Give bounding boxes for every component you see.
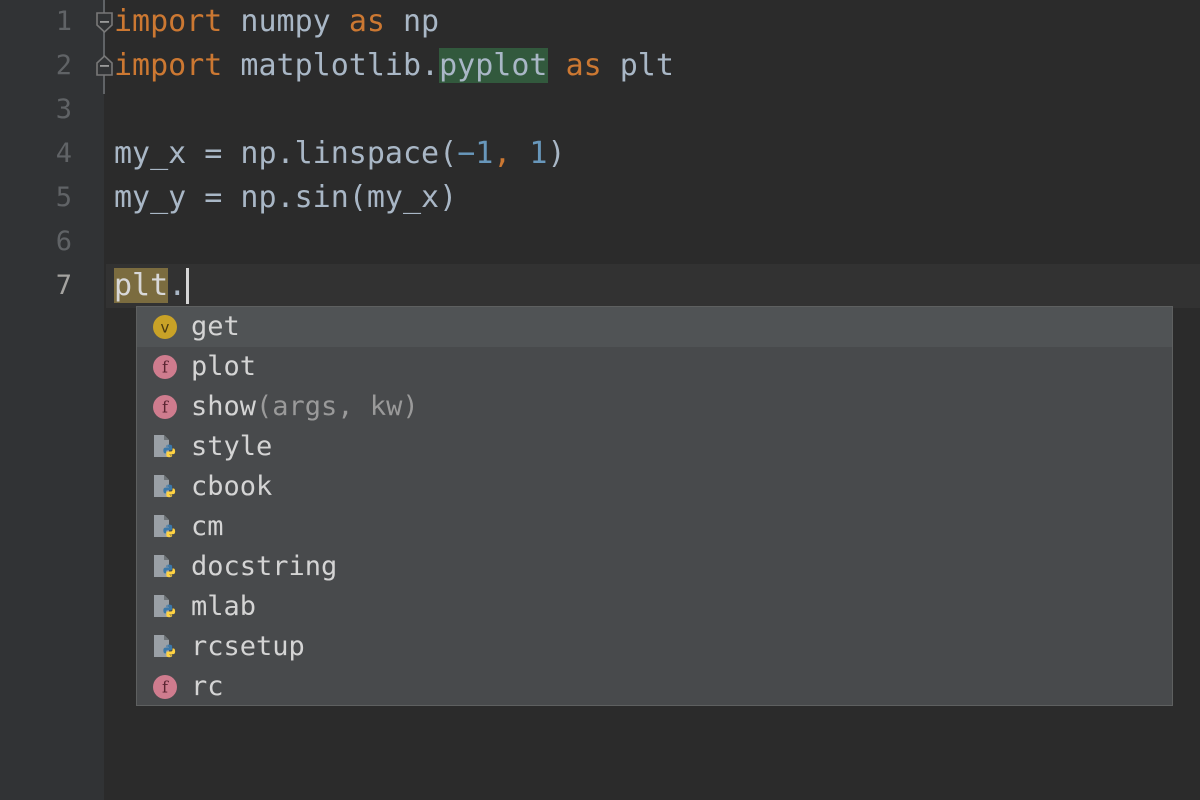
code-line-text: import numpy as np (106, 4, 439, 39)
code-line[interactable]: plt. (106, 264, 186, 308)
autocomplete-item[interactable]: docstring (137, 547, 1172, 587)
code-editor[interactable]: 1234567 import numpy as np import matplot… (0, 0, 1200, 800)
python-module-icon (151, 433, 179, 461)
code-line-text: my_y = np.sin(my_x) (106, 180, 457, 215)
code-line[interactable]: import numpy as np (106, 0, 439, 44)
token-plain: my_x = np.linspace( (114, 136, 458, 171)
autocomplete-item-label: plot (191, 351, 257, 382)
line-number: 7 (55, 270, 72, 301)
autocomplete-item-label: mlab (191, 591, 257, 622)
function-icon: f (151, 393, 179, 421)
code-line-text: my_x = np.linspace(−1, 1) (106, 136, 566, 171)
code-line-text: plt. (106, 268, 186, 303)
autocomplete-item-label: style (191, 431, 273, 462)
autocomplete-item[interactable]: f show (args, kw) (137, 387, 1172, 427)
python-module-icon (151, 473, 179, 501)
autocomplete-popup[interactable]: v get f plot f show (args, kw) style cbook cm docs… (136, 306, 1173, 706)
token-plain: my_y = np.sin(my_x) (114, 180, 458, 215)
token-keyword: import (114, 4, 223, 39)
python-module-icon (151, 633, 179, 661)
token-plain: . (168, 268, 187, 303)
code-line[interactable]: import matplotlib.pyplot as plt (106, 44, 674, 88)
code-line[interactable]: my_y = np.sin(my_x) (106, 176, 457, 220)
variable-icon: v (151, 313, 179, 341)
autocomplete-item-params: (args, kw) (256, 391, 419, 422)
function-icon: f (151, 353, 179, 381)
token-number: −1 (457, 136, 494, 171)
code-line[interactable] (106, 220, 114, 264)
text-caret (186, 268, 190, 304)
line-number: 4 (55, 138, 72, 169)
token-keyword: as (565, 48, 602, 83)
token-comma: , (493, 136, 512, 171)
token-prefix-highlight: plt (114, 268, 169, 303)
line-number: 2 (55, 50, 72, 81)
autocomplete-item[interactable]: v get (137, 307, 1172, 347)
token-plain: matplotlib. (222, 48, 440, 83)
autocomplete-item[interactable]: cm (137, 507, 1172, 547)
line-number: 5 (55, 182, 72, 213)
token-number: 1 (529, 136, 548, 171)
autocomplete-item[interactable]: f plot (137, 347, 1172, 387)
python-module-icon (151, 593, 179, 621)
line-number: 3 (55, 94, 72, 125)
autocomplete-item[interactable]: style (137, 427, 1172, 467)
function-icon: f (151, 673, 179, 701)
python-module-icon (151, 513, 179, 541)
code-line-text: import matplotlib.pyplot as plt (106, 48, 674, 83)
line-number: 1 (55, 6, 72, 37)
autocomplete-item-label: docstring (191, 551, 338, 582)
token-plain: plt (601, 48, 674, 83)
token-plain: numpy (222, 4, 349, 39)
autocomplete-item[interactable]: mlab (137, 587, 1172, 627)
autocomplete-item-label: rcsetup (191, 631, 305, 662)
code-line[interactable] (106, 88, 114, 132)
svg-text:v: v (161, 319, 170, 337)
token-keyword: as (348, 4, 385, 39)
token-keyword: import (114, 48, 223, 83)
token-plain: ) (547, 136, 566, 171)
autocomplete-item[interactable]: rcsetup (137, 627, 1172, 667)
autocomplete-item-label: cbook (191, 471, 273, 502)
autocomplete-item-label: cm (191, 511, 224, 542)
token-plain: np (384, 4, 440, 39)
autocomplete-item-label: rc (191, 671, 224, 702)
line-number: 6 (55, 226, 72, 257)
python-module-icon (151, 553, 179, 581)
autocomplete-item[interactable]: f rc (137, 667, 1172, 705)
autocomplete-item[interactable]: cbook (137, 467, 1172, 507)
autocomplete-item-label: get (191, 311, 240, 342)
token-find-highlight: pyplot (439, 48, 548, 83)
autocomplete-item-label: show (191, 391, 257, 422)
code-line[interactable]: my_x = np.linspace(−1, 1) (106, 132, 566, 176)
